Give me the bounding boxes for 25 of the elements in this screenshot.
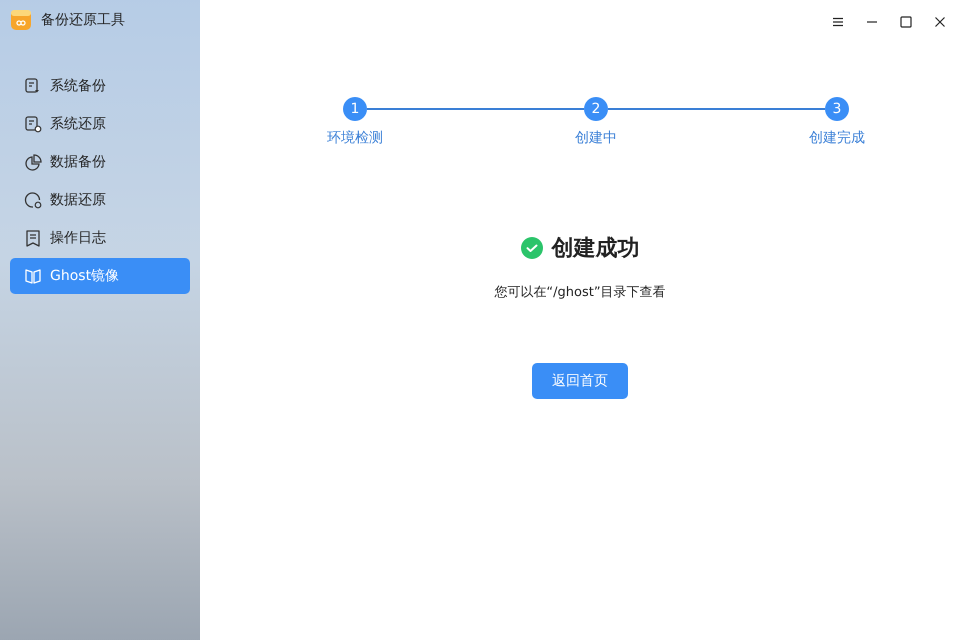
menu-icon — [832, 16, 844, 28]
pie-chart-icon — [24, 153, 42, 171]
sidebar-item[interactable]: 数据备份 — [10, 144, 190, 180]
app-logo-icon — [10, 9, 32, 31]
step-label: 创建完成 — [809, 129, 865, 147]
document-icon — [24, 115, 42, 133]
success-title: 创建成功 — [552, 235, 640, 263]
document-icon — [24, 77, 42, 95]
step-label: 环境检测 — [327, 129, 383, 147]
step-number: 2 — [584, 97, 608, 121]
book-icon — [24, 267, 42, 285]
bookmark-icon — [24, 229, 42, 247]
step-number: 1 — [343, 97, 367, 121]
close-icon — [934, 16, 946, 28]
app-title: 备份还原工具 — [41, 11, 125, 29]
step-label: 创建中 — [575, 129, 617, 147]
sidebar-item[interactable]: 操作日志 — [10, 220, 190, 256]
step-number: 3 — [825, 97, 849, 121]
result-message: 您可以在“/ghost”目录下查看 — [494, 284, 666, 301]
circle-icon — [24, 191, 42, 209]
sidebar-item[interactable]: 数据还原 — [10, 182, 190, 218]
sidebar-item[interactable]: 系统还原 — [10, 106, 190, 142]
maximize-icon — [900, 16, 912, 28]
sidebar-item[interactable]: 系统备份 — [10, 68, 190, 104]
check-icon — [520, 237, 542, 259]
